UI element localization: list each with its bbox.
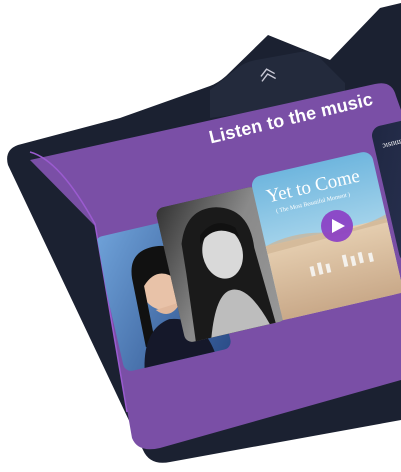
play-button[interactable]: [321, 210, 353, 242]
widget-graphics: Yet to Come ( The Most Beautiful Moment …: [7, 3, 401, 463]
music-widget: Yet to Come ( The Most Beautiful Moment …: [0, 0, 401, 472]
